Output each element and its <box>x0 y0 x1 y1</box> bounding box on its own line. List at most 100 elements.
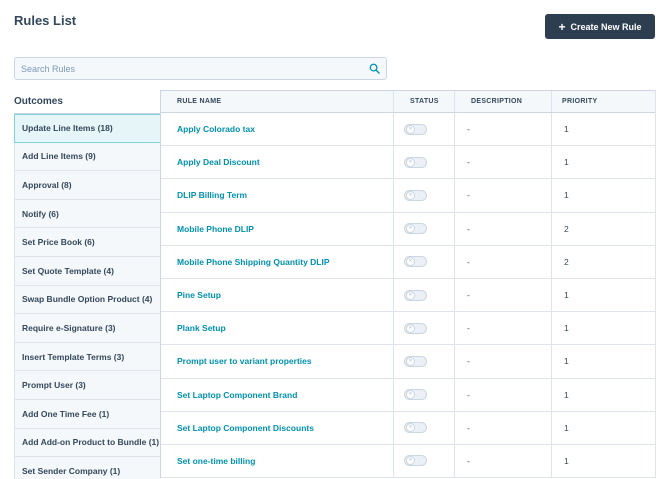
description-cell: - <box>455 146 552 179</box>
rule-name-link[interactable]: DLIP Billing Term <box>177 190 247 200</box>
status-cell: ✕ <box>394 411 455 444</box>
status-cell: ✕ <box>394 179 455 212</box>
status-toggle[interactable]: ✕ <box>404 322 427 334</box>
table-row: Apply Deal Discount ✕ - 1 <box>161 146 655 180</box>
rule-name-cell: Apply Colorado tax <box>161 113 394 146</box>
description-cell: - <box>455 212 552 245</box>
table-row: DLIP Billing Term ✕ - 1 <box>161 179 655 213</box>
outcome-item[interactable]: Require e-Signature (3) <box>14 314 160 343</box>
priority-cell: 2 <box>564 256 569 267</box>
description-cell: - <box>455 278 552 312</box>
priority-cell: 1 <box>564 323 569 334</box>
status-cell: ✕ <box>394 245 455 278</box>
outcome-item[interactable]: Add Line Items (9) <box>14 142 160 172</box>
status-toggle[interactable]: ✕ <box>404 156 427 168</box>
rule-name-link[interactable]: Prompt user to variant properties <box>177 356 312 366</box>
outcome-item[interactable]: Insert Template Terms (3) <box>14 342 160 372</box>
priority-cell: 1 <box>564 389 569 400</box>
create-new-rule-button[interactable]: + Create New Rule <box>545 14 655 39</box>
description-cell: - <box>455 444 552 478</box>
table-body: Apply Colorado tax ✕ -1 Apply Deal Discount… <box>161 113 655 479</box>
table-row: Mobile Phone DLIP ✕ - 2 <box>161 212 655 246</box>
status-toggle[interactable]: ✕ <box>404 422 427 434</box>
outcome-item[interactable]: Set Quote Template (4) <box>14 256 160 286</box>
table-row: Set Laptop Component Brand ✕ - 1 <box>161 378 655 412</box>
rule-name-cell: Mobile Phone Shipping Quantity DLIP <box>161 245 394 278</box>
column-header-priority[interactable]: PRIORITY <box>552 91 655 112</box>
rule-name-cell: Mobile Phone DLIP <box>161 212 394 245</box>
plus-icon: + <box>558 19 566 34</box>
status-toggle[interactable]: ✕ <box>404 189 427 201</box>
outcomes-title: Outcomes <box>14 96 63 107</box>
priority-cell: 1 <box>564 455 569 466</box>
outcome-item[interactable]: Prompt User (3) <box>14 371 160 400</box>
rules-table: RULE NAME STATUS DESCRIPTION PRIORITY Ap… <box>160 90 656 479</box>
toggle-off-icon: ✕ <box>406 423 415 433</box>
rule-name-link[interactable]: Set Laptop Component Brand <box>177 390 297 400</box>
status-toggle[interactable]: ✕ <box>404 223 427 235</box>
rule-name-cell: DLIP Billing Term <box>161 179 394 212</box>
status-cell: ✕ <box>394 212 455 245</box>
outcome-item[interactable]: Swap Bundle Option Product (4) <box>14 285 160 315</box>
outcome-item[interactable]: Add Add-on Product to Bundle (1) <box>14 428 160 458</box>
rule-name-cell: Pine Setup <box>161 278 394 312</box>
column-header-rule-name[interactable]: RULE NAME <box>161 91 394 112</box>
toggle-off-icon: ✕ <box>406 390 415 400</box>
description-cell: - <box>455 345 552 378</box>
table-row: Prompt user to variant properties ✕ - 1 <box>161 345 655 379</box>
outcome-item[interactable]: Notify (6) <box>14 199 160 229</box>
status-toggle[interactable]: ✕ <box>404 289 427 301</box>
create-new-rule-label: Create New Rule <box>570 21 642 32</box>
rule-name-link[interactable]: Apply Deal Discount <box>177 157 260 167</box>
table-row: Plank Setup ✕ - 1 <box>161 312 655 346</box>
outcome-item[interactable]: Set Price Book (6) <box>14 228 160 257</box>
priority-cell: 1 <box>564 157 569 168</box>
outcome-item[interactable]: Set Sender Company (1) <box>14 457 160 479</box>
toggle-off-icon: ✕ <box>406 323 415 333</box>
status-toggle[interactable]: ✕ <box>404 455 427 467</box>
rule-name-cell: Set Laptop Component Brand <box>161 378 394 411</box>
description-cell: - <box>455 411 552 444</box>
rule-name-cell: Set one-time billing <box>161 444 394 478</box>
search-icon[interactable] <box>369 63 380 74</box>
rule-name-cell: Apply Deal Discount <box>161 146 394 179</box>
toggle-off-icon: ✕ <box>406 356 415 366</box>
toggle-off-icon: ✕ <box>406 224 415 234</box>
outcome-item[interactable]: Approval (8) <box>14 171 160 200</box>
toggle-off-icon: ✕ <box>406 456 415 466</box>
table-row: Set Laptop Component Discounts ✕ - 1 <box>161 411 655 445</box>
rule-name-link[interactable]: Apply Colorado tax <box>177 124 255 134</box>
status-toggle[interactable]: ✕ <box>404 256 427 268</box>
column-header-status[interactable]: STATUS <box>394 91 455 112</box>
rule-name-link[interactable]: Plank Setup <box>177 323 226 333</box>
status-cell: ✕ <box>394 378 455 411</box>
status-toggle[interactable]: ✕ <box>404 355 427 367</box>
rule-name-link[interactable]: Pine Setup <box>177 290 221 300</box>
rule-name-cell: Prompt user to variant properties <box>161 345 394 378</box>
rule-name-link[interactable]: Mobile Phone DLIP <box>177 224 254 234</box>
toggle-off-icon: ✕ <box>406 257 415 267</box>
description-cell: - <box>455 312 552 345</box>
rule-name-link[interactable]: Mobile Phone Shipping Quantity DLIP <box>177 257 330 267</box>
table-row: Pine Setup ✕ - 1 <box>161 278 655 313</box>
rule-name-link[interactable]: Set Laptop Component Discounts <box>177 423 314 433</box>
outcome-item[interactable]: Update Line Items (18) <box>14 114 160 143</box>
priority-cell: 2 <box>564 223 569 234</box>
status-toggle[interactable]: ✕ <box>404 389 427 401</box>
priority-cell: 1 <box>564 190 569 201</box>
status-cell: ✕ <box>394 278 455 312</box>
toggle-off-icon: ✕ <box>406 124 415 134</box>
column-header-description[interactable]: DESCRIPTION <box>455 91 552 112</box>
toggle-off-icon: ✕ <box>406 190 415 200</box>
status-cell: ✕ <box>394 146 455 179</box>
priority-cell: 1 <box>564 124 569 135</box>
status-cell: ✕ <box>394 444 455 478</box>
toggle-off-icon: ✕ <box>406 157 415 167</box>
rule-name-cell: Plank Setup <box>161 312 394 345</box>
rule-name-cell: Set Laptop Component Discounts <box>161 411 394 444</box>
search-input[interactable] <box>15 58 365 79</box>
status-toggle[interactable]: ✕ <box>404 123 427 135</box>
rule-name-link[interactable]: Set one-time billing <box>177 456 255 466</box>
description-cell: - <box>455 179 552 212</box>
outcome-item[interactable]: Add One Time Fee (1) <box>14 399 160 429</box>
